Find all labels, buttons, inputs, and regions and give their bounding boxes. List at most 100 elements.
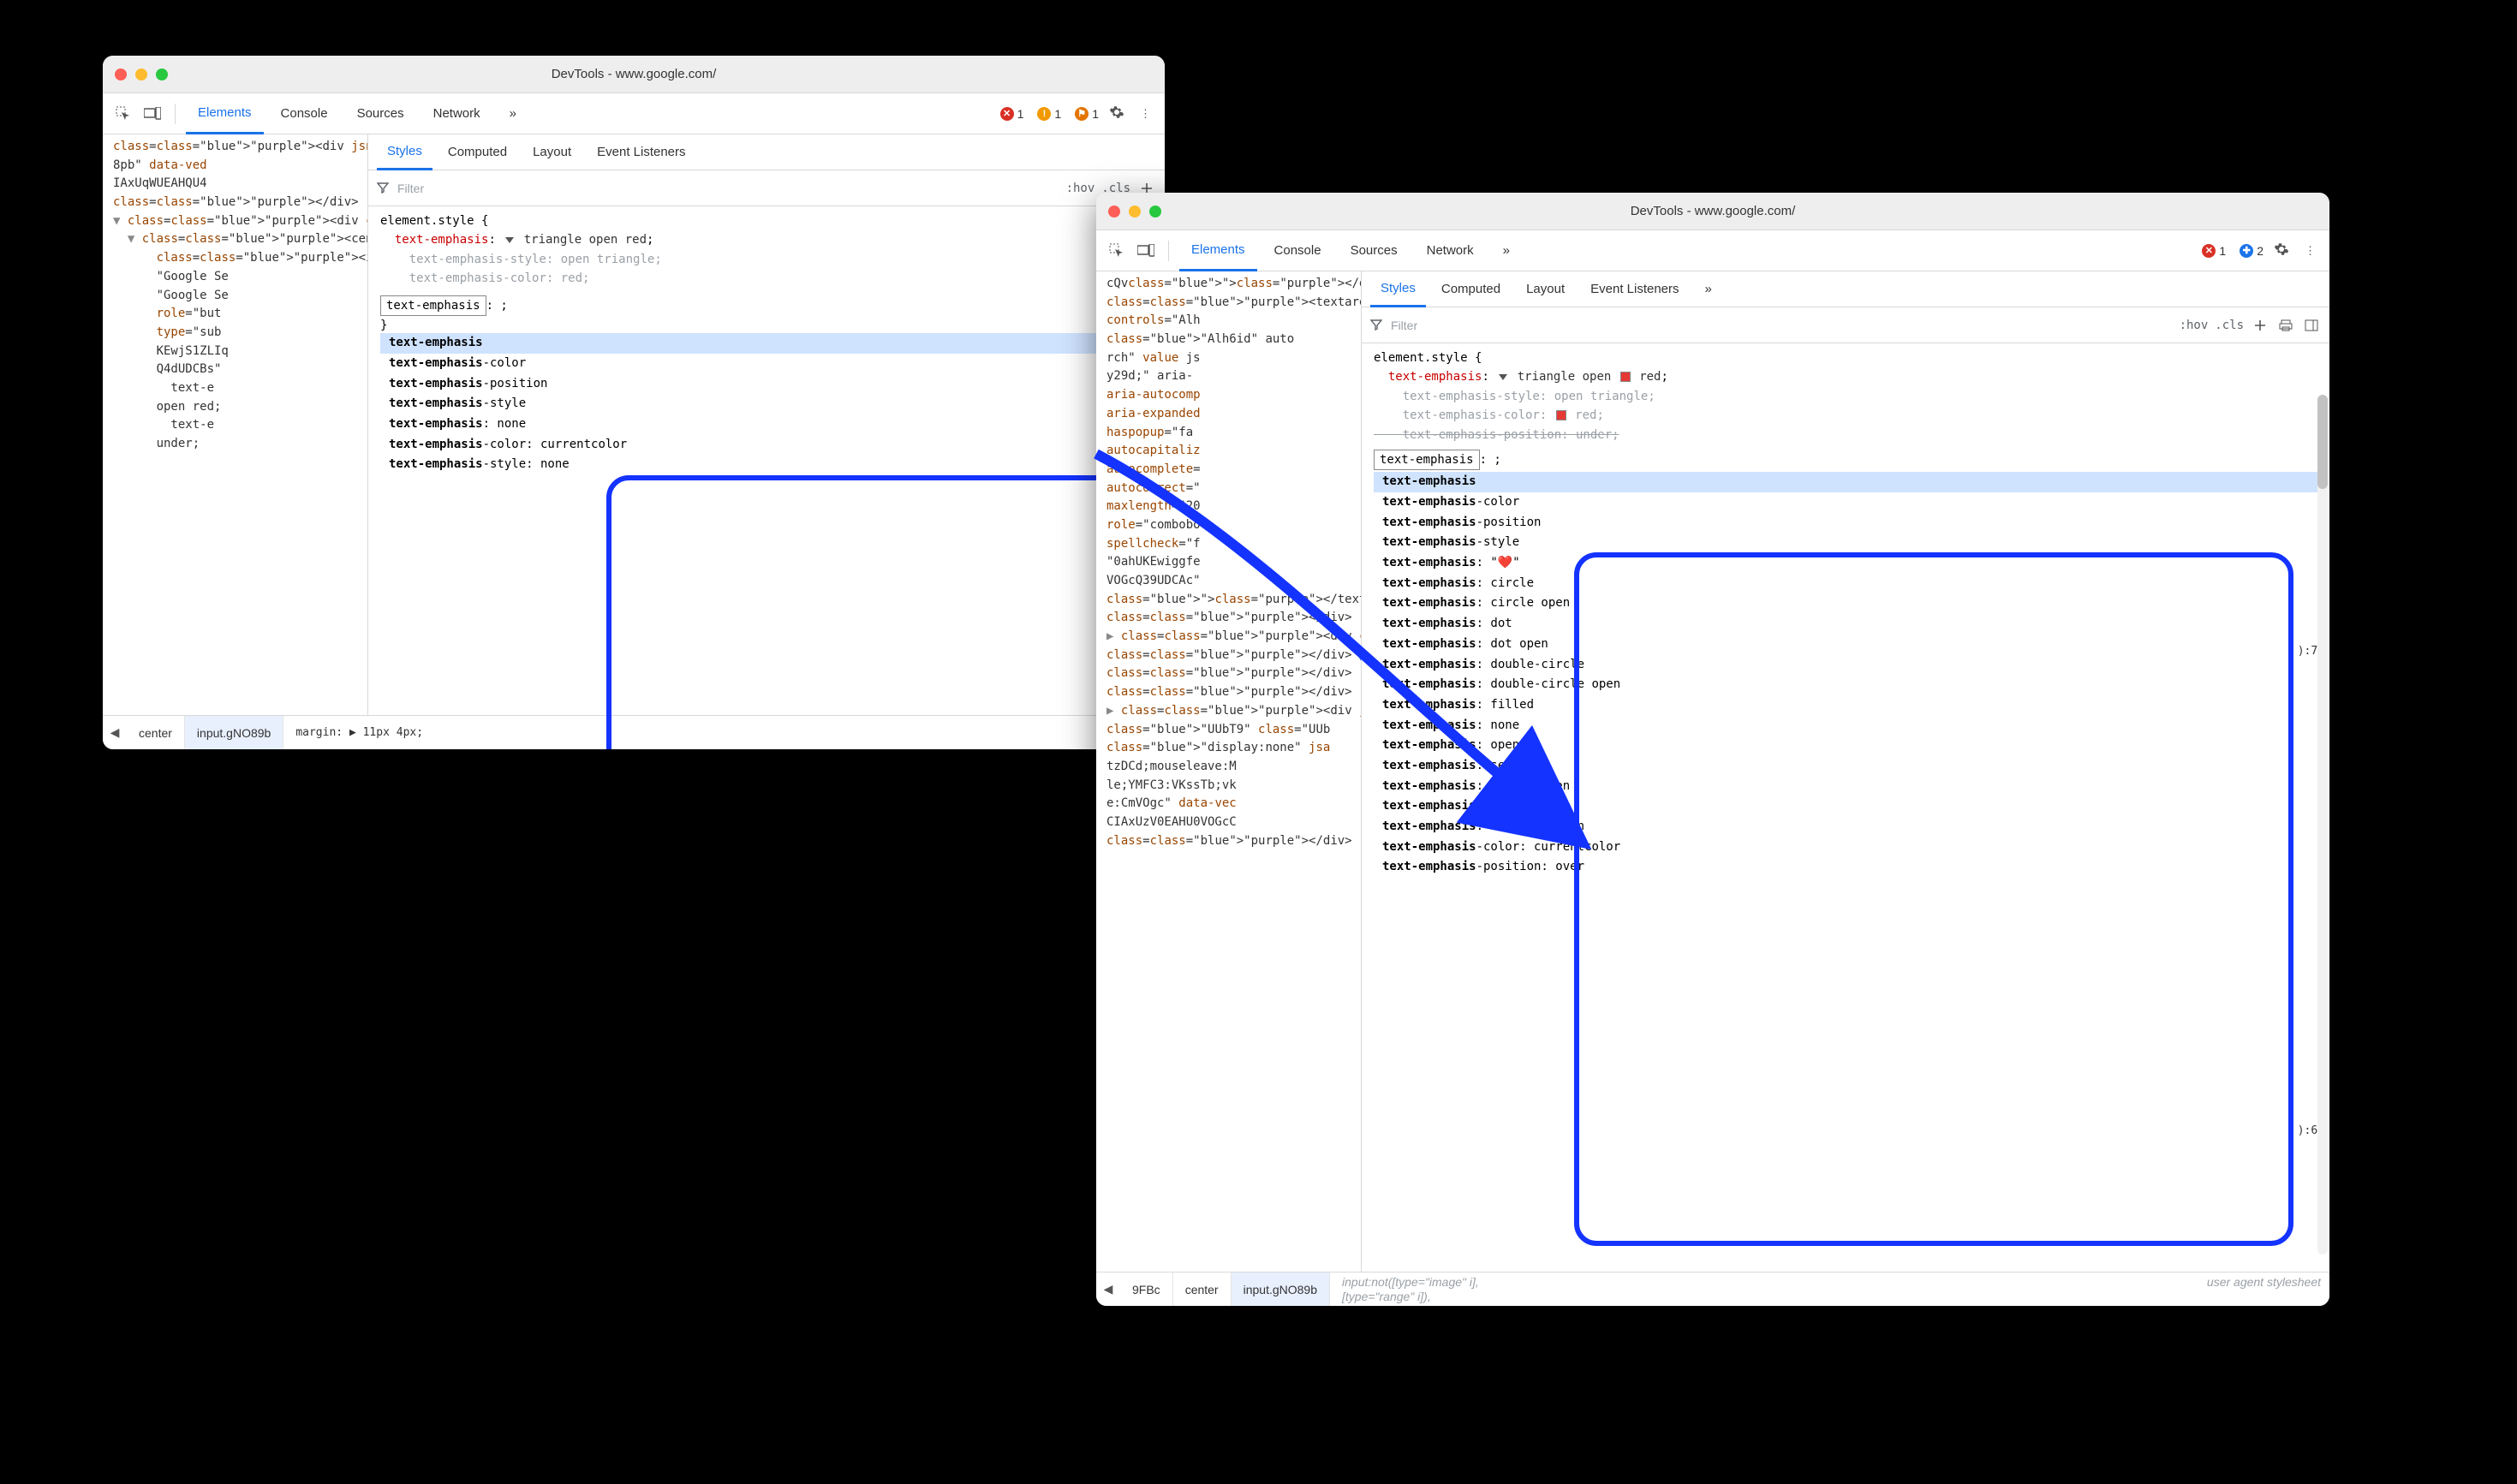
tab-console[interactable]: Console (1262, 230, 1333, 271)
autocomplete-item[interactable]: text-emphasis-color (1374, 492, 2317, 513)
autocomplete-item[interactable]: text-emphasis-color: currentcolor (1374, 837, 2317, 858)
filter-bar: Filter :hov .cls (368, 170, 1165, 206)
subtab-styles[interactable]: Styles (377, 134, 432, 170)
filter-input[interactable]: Filter (1391, 319, 1417, 332)
scrollbar-track (2317, 395, 2328, 1255)
chevron-left-icon[interactable]: ◀ (1096, 1282, 1120, 1296)
color-swatch-icon[interactable] (1556, 410, 1566, 420)
crumb-prev[interactable]: 9FBc (1120, 1272, 1173, 1307)
tab-sources[interactable]: Sources (345, 93, 416, 134)
autocomplete-item[interactable]: text-emphasis (1374, 472, 2317, 492)
styles-rules[interactable]: element.style { text-emphasis: triangle … (1362, 343, 2329, 1272)
autocomplete-item[interactable]: text-emphasis-style: none (380, 455, 1153, 475)
subtab-layout[interactable]: Layout (1516, 271, 1575, 307)
tab-more[interactable]: » (1491, 230, 1522, 271)
gear-icon[interactable] (1104, 104, 1130, 122)
tab-console[interactable]: Console (269, 93, 340, 134)
subtab-layout[interactable]: Layout (522, 134, 582, 170)
minimize-icon[interactable] (135, 69, 147, 80)
autocomplete-item[interactable]: text-emphasis (380, 333, 1153, 354)
window-title: DevTools - www.google.com/ (1096, 204, 2329, 218)
dom-tree[interactable]: class=class="blue">"purple"><div jsname=… (103, 134, 368, 715)
autocomplete-item[interactable]: text-emphasis: open (1374, 736, 2317, 756)
autocomplete-item[interactable]: text-emphasis: triangle (1374, 796, 2317, 817)
subtab-more[interactable]: » (1695, 271, 1722, 307)
autocomplete-popup[interactable]: text-emphasistext-emphasis-colortext-emp… (1374, 472, 2317, 878)
autocomplete-item[interactable]: text-emphasis: circle (1374, 574, 2317, 594)
print-icon[interactable] (2276, 316, 2295, 335)
autocomplete-item[interactable]: text-emphasis: double-circle open (1374, 675, 2317, 695)
expand-icon[interactable] (1499, 374, 1507, 380)
crumb-selected[interactable]: input.gNO89b (185, 716, 283, 750)
autocomplete-item[interactable]: text-emphasis-color: currentcolor (380, 435, 1153, 456)
filter-input[interactable]: Filter (397, 182, 424, 195)
zoom-icon[interactable] (156, 69, 168, 80)
inspect-icon[interactable] (111, 102, 135, 126)
hov-toggle[interactable]: :hov (1066, 182, 1095, 195)
css-property-input[interactable]: text-emphasis (380, 295, 486, 316)
autocomplete-item[interactable]: text-emphasis: sesame open (1374, 777, 2317, 797)
autocomplete-item[interactable]: text-emphasis-color (380, 354, 1153, 374)
tab-network[interactable]: Network (1415, 230, 1486, 271)
chevron-left-icon[interactable]: ◀ (103, 725, 127, 740)
autocomplete-item[interactable]: text-emphasis-position (380, 374, 1153, 395)
scrollbar-thumb[interactable] (2317, 395, 2328, 489)
styles-rules[interactable]: element.style { text-emphasis: triangle … (368, 206, 1165, 715)
autocomplete-item[interactable]: text-emphasis: dot open (1374, 635, 2317, 655)
autocomplete-item[interactable]: text-emphasis-style (380, 394, 1153, 414)
tab-network[interactable]: Network (421, 93, 492, 134)
subtab-event-listeners[interactable]: Event Listeners (1580, 271, 1689, 307)
kebab-icon[interactable]: ⋮ (1135, 107, 1156, 121)
crumb-center[interactable]: center (1173, 1272, 1232, 1307)
autocomplete-item[interactable]: text-emphasis: "❤️" (1374, 553, 2317, 574)
autocomplete-item[interactable]: text-emphasis-position (1374, 513, 2317, 533)
subtab-computed[interactable]: Computed (438, 134, 517, 170)
autocomplete-item[interactable]: text-emphasis: filled (1374, 695, 2317, 716)
hov-toggle[interactable]: :hov (2180, 319, 2209, 332)
cls-toggle[interactable]: .cls (2215, 319, 2244, 332)
autocomplete-item[interactable]: text-emphasis: double-circle (1374, 655, 2317, 676)
subtab-styles[interactable]: Styles (1370, 271, 1426, 307)
css-property-input[interactable]: text-emphasis (1374, 450, 1480, 470)
device-icon[interactable] (140, 102, 164, 126)
error-counter[interactable]: ✕1 (2202, 244, 2226, 258)
autocomplete-item[interactable]: text-emphasis: none (380, 414, 1153, 435)
inspect-icon[interactable] (1105, 239, 1129, 263)
titlebar: DevTools - www.google.com/ (103, 56, 1165, 93)
device-icon[interactable] (1134, 239, 1158, 263)
color-swatch-icon[interactable] (1620, 372, 1631, 382)
titlebar: DevTools - www.google.com/ (1096, 193, 2329, 230)
crumb-center[interactable]: center (127, 716, 185, 750)
traffic-lights (1108, 206, 1161, 218)
minimize-icon[interactable] (1129, 206, 1141, 218)
autocomplete-popup[interactable]: text-emphasistext-emphasis-colortext-emp… (380, 333, 1153, 475)
new-rule-icon[interactable] (2251, 316, 2269, 335)
zoom-icon[interactable] (1149, 206, 1161, 218)
tab-elements[interactable]: Elements (186, 93, 264, 134)
warning-counter[interactable]: !1 (1037, 107, 1061, 121)
autocomplete-item[interactable]: text-emphasis: circle open (1374, 593, 2317, 614)
kebab-icon[interactable]: ⋮ (2299, 244, 2321, 258)
expand-icon[interactable] (505, 237, 514, 243)
gear-icon[interactable] (2269, 241, 2294, 259)
computed-panel-icon[interactable] (2302, 316, 2321, 335)
tab-elements[interactable]: Elements (1179, 230, 1257, 271)
crumb-selected[interactable]: input.gNO89b (1232, 1272, 1330, 1307)
close-icon[interactable] (1108, 206, 1120, 218)
error-counter[interactable]: ✕1 (1000, 107, 1024, 121)
tab-more[interactable]: » (498, 93, 528, 134)
autocomplete-item[interactable]: text-emphasis: dot (1374, 614, 2317, 635)
subtabs: Styles Computed Layout Event Listeners (368, 134, 1165, 170)
subtab-computed[interactable]: Computed (1431, 271, 1511, 307)
autocomplete-item[interactable]: text-emphasis: none (1374, 716, 2317, 736)
dom-tree[interactable]: cQvclass="blue">">class="purple"></div>c… (1096, 271, 1362, 1272)
autocomplete-item[interactable]: text-emphasis-position: over (1374, 857, 2317, 878)
subtab-event-listeners[interactable]: Event Listeners (587, 134, 695, 170)
autocomplete-item[interactable]: text-emphasis-style (1374, 533, 2317, 553)
tab-sources[interactable]: Sources (1339, 230, 1410, 271)
close-icon[interactable] (115, 69, 127, 80)
autocomplete-item[interactable]: text-emphasis: sesame (1374, 756, 2317, 777)
message-counter[interactable]: ✚2 (2240, 244, 2264, 258)
autocomplete-item[interactable]: text-emphasis: triangle open (1374, 817, 2317, 837)
issue-counter[interactable]: ⚑1 (1075, 107, 1099, 121)
